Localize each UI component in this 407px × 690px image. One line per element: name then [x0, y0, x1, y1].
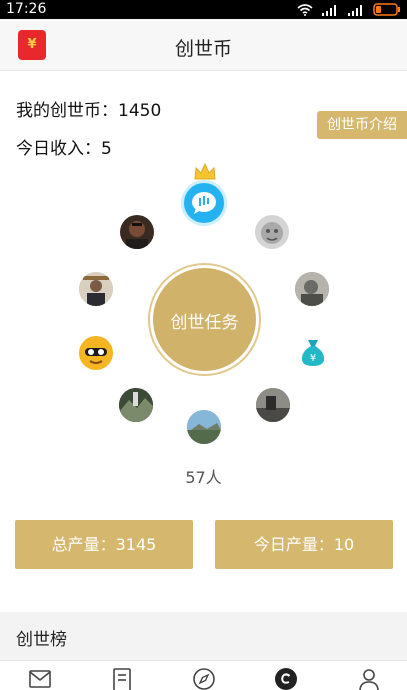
status-bar: 17:26 [0, 0, 407, 19]
page-title: 创世币 [174, 38, 232, 60]
coin-icon[interactable] [274, 667, 298, 690]
mail-icon[interactable] [28, 667, 52, 690]
user-avatar[interactable] [256, 388, 290, 422]
task-center-label: 创世任务 [170, 313, 239, 333]
status-time: 17:26 [6, 1, 47, 17]
profile-icon[interactable] [357, 667, 381, 690]
user-avatar[interactable] [119, 388, 153, 422]
signal-icon [348, 4, 362, 16]
today-output-button[interactable]: 今日产量：10 [215, 520, 393, 569]
money-bag-icon[interactable]: ¥ [299, 338, 327, 368]
today-income-text: 今日收入：5 [16, 139, 112, 159]
user-avatar[interactable] [120, 215, 154, 249]
total-output-button[interactable]: 总产量：3145 [15, 520, 193, 569]
user-avatar[interactable] [187, 410, 221, 444]
coin-intro-button[interactable]: 创世币介绍 [317, 111, 407, 139]
chat-avatar[interactable] [181, 180, 227, 226]
bottom-tab-bar [0, 660, 407, 690]
status-icons [297, 2, 401, 17]
svg-text:¥: ¥ [310, 353, 316, 364]
chat-bubble-icon [192, 192, 216, 214]
title-bar: ¥ 创世币 [0, 19, 407, 71]
task-center-button[interactable]: 创世任务 [153, 268, 256, 371]
wifi-icon [297, 3, 313, 16]
user-avatar[interactable] [255, 215, 289, 249]
signal-icon [322, 4, 336, 16]
ranking-title: 创世榜 [16, 630, 67, 650]
ranking-header[interactable]: 创世榜 [0, 612, 407, 660]
battery-icon [373, 3, 400, 16]
compass-icon[interactable] [192, 667, 216, 690]
notes-icon[interactable] [110, 667, 134, 690]
user-avatar[interactable] [79, 272, 113, 306]
crown-icon [194, 163, 216, 180]
coin-total-text: 我的创世币：1450 [16, 101, 162, 121]
user-avatar[interactable] [295, 272, 329, 306]
user-avatar[interactable] [79, 336, 113, 370]
participant-count: 57人 [185, 468, 222, 487]
